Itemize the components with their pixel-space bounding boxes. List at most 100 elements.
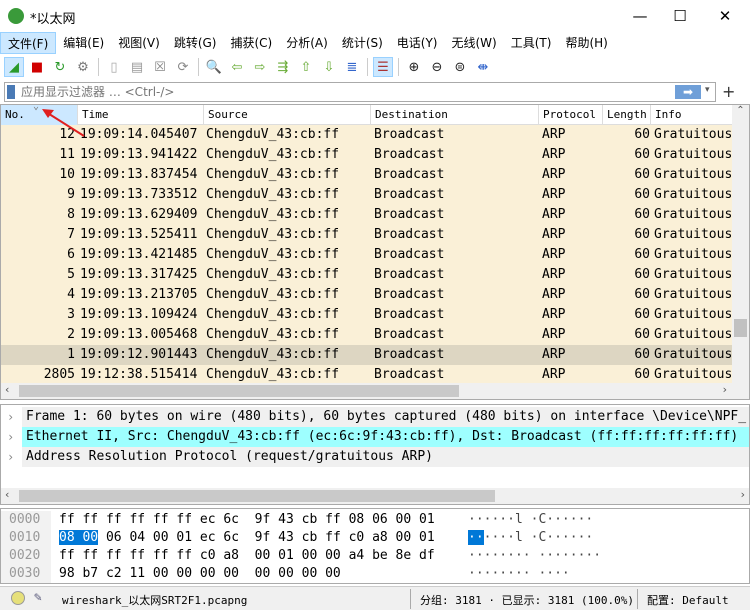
- reload-icon[interactable]: ⟳: [173, 57, 193, 77]
- packet-list-hscrollbar[interactable]: ‹ ›: [1, 383, 749, 399]
- profile-label[interactable]: 配置: Default: [647, 592, 729, 608]
- byte-offset: 0000: [1, 511, 51, 529]
- scroll-up-icon[interactable]: ⌃: [732, 105, 749, 116]
- expand-chevron-icon[interactable]: ›: [7, 447, 14, 467]
- packet-row[interactable]: 12 19:09:14.045407 ChengduV_43:cb:ff Broadc…: [1, 125, 733, 145]
- packet-row[interactable]: 6 19:09:13.421485 ChengduV_43:cb:ff Broadca…: [1, 245, 733, 265]
- menu-item[interactable]: 帮助(H): [558, 32, 614, 54]
- title-bar: *以太网 — ☐ ✕: [0, 0, 750, 32]
- column-header-source[interactable]: Source: [204, 105, 371, 125]
- expert-info-icon[interactable]: [11, 591, 25, 605]
- capture-comment-icon[interactable]: ✎: [34, 590, 42, 605]
- byte-hex[interactable]: 98 b7 c2 11 00 00 00 00 00 00 00 00: [59, 565, 341, 583]
- packet-row[interactable]: 9 19:09:13.733512 ChengduV_43:cb:ff Broadca…: [1, 185, 733, 205]
- packet-row[interactable]: 2 19:09:13.005468 ChengduV_43:cb:ff Broadca…: [1, 325, 733, 345]
- scroll-thumb[interactable]: [734, 319, 747, 337]
- byte-ascii[interactable]: ······l ·C······: [468, 511, 593, 529]
- forward-arrow-icon[interactable]: ⇨: [250, 57, 270, 77]
- colorize-icon[interactable]: ☰: [373, 57, 393, 77]
- zoom-in-icon[interactable]: ⊕: [404, 57, 424, 77]
- zoom-reset-icon[interactable]: ⊜: [450, 57, 470, 77]
- save-file-icon[interactable]: ▤: [127, 57, 147, 77]
- column-header-no[interactable]: No.: [1, 105, 78, 125]
- packet-row[interactable]: 7 19:09:13.525411 ChengduV_43:cb:ff Broadca…: [1, 225, 733, 245]
- detail-tree-item[interactable]: › Ethernet II, Src: ChengduV_43:cb:ff (ec…: [1, 427, 749, 447]
- details-hscrollbar[interactable]: ‹ ›: [1, 488, 749, 504]
- packet-row[interactable]: 11 19:09:13.941422 ChengduV_43:cb:ff Broadc…: [1, 145, 733, 165]
- bookmark-icon[interactable]: [7, 85, 15, 99]
- expand-chevron-icon[interactable]: ›: [7, 407, 14, 427]
- menu-item[interactable]: 视图(V): [111, 32, 167, 54]
- menu-item[interactable]: 工具(T): [504, 32, 559, 54]
- byte-ascii[interactable]: ········ ········: [468, 547, 601, 565]
- scroll-right-icon[interactable]: ›: [723, 383, 727, 396]
- maximize-button[interactable]: ☐: [660, 4, 700, 28]
- autoscroll-icon[interactable]: ≣: [342, 57, 362, 77]
- byte-ascii[interactable]: ······l ·C······: [468, 529, 593, 547]
- menu-item[interactable]: 捕获(C): [223, 32, 279, 54]
- cell-source: ChengduV_43:cb:ff: [206, 247, 340, 262]
- open-file-icon[interactable]: ▯: [104, 57, 124, 77]
- packet-row[interactable]: 5 19:09:13.317425 ChengduV_43:cb:ff Broadca…: [1, 265, 733, 285]
- close-file-icon[interactable]: ☒: [150, 57, 170, 77]
- filter-history-dropdown[interactable]: ▾: [705, 85, 710, 95]
- find-icon[interactable]: 🔍: [204, 57, 224, 77]
- detail-tree-item[interactable]: › Frame 1: 60 bytes on wire (480 bits), 6…: [1, 407, 749, 427]
- divider: [410, 589, 411, 609]
- byte-hex[interactable]: ff ff ff ff ff ff c0 a8 00 01 00 00 a4 b…: [59, 547, 435, 565]
- detail-tree-item[interactable]: › Address Resolution Protocol (request/gr…: [1, 447, 749, 467]
- selected-ascii[interactable]: ··: [468, 530, 484, 545]
- scroll-left-icon[interactable]: ‹: [5, 383, 9, 396]
- menu-item[interactable]: 无线(W): [445, 32, 504, 54]
- column-header-length[interactable]: Length: [603, 105, 651, 125]
- packet-list-vscrollbar[interactable]: ⌃: [732, 105, 749, 383]
- packet-row[interactable]: 8 19:09:13.629409 ChengduV_43:cb:ff Broadca…: [1, 205, 733, 225]
- menu-item[interactable]: 编辑(E): [56, 32, 111, 54]
- hscroll-thumb[interactable]: [19, 385, 459, 397]
- packet-row[interactable]: 2805 19:12:38.515414 ChengduV_43:cb:ff Broa…: [1, 365, 733, 385]
- scroll-right-icon[interactable]: ›: [741, 488, 745, 501]
- close-button[interactable]: ✕: [705, 4, 745, 28]
- cell-no: 2: [67, 327, 75, 342]
- stop-icon[interactable]: ■: [27, 57, 47, 77]
- column-header-destination[interactable]: Destination: [371, 105, 539, 125]
- menu-item[interactable]: 统计(S): [335, 32, 390, 54]
- cell-protocol: ARP: [542, 307, 566, 322]
- hscroll-thumb[interactable]: [19, 490, 495, 502]
- menu-item[interactable]: 跳转(G): [167, 32, 224, 54]
- menu-item[interactable]: 文件(F): [0, 32, 57, 54]
- toolbar-separator: [398, 58, 399, 76]
- selected-bytes[interactable]: 08 00: [59, 530, 99, 545]
- packet-row[interactable]: 10 19:09:13.837454 ChengduV_43:cb:ff Broadc…: [1, 165, 733, 185]
- display-filter-input[interactable]: [21, 84, 661, 100]
- resize-columns-icon[interactable]: ⇼: [473, 57, 493, 77]
- column-header-time[interactable]: Time: [78, 105, 204, 125]
- menu-item[interactable]: 分析(A): [279, 32, 335, 54]
- byte-hex[interactable]: ff ff ff ff ff ff ec 6c 9f 43 cb ff 08 0…: [59, 511, 435, 529]
- goto-packet-icon[interactable]: ⇶: [273, 57, 293, 77]
- column-header-info[interactable]: Info: [651, 105, 733, 125]
- last-packet-icon[interactable]: ⇩: [319, 57, 339, 77]
- cell-length: 60: [634, 327, 650, 342]
- cell-no: 12: [59, 127, 75, 142]
- scroll-left-icon[interactable]: ‹: [5, 488, 9, 501]
- apply-filter-button[interactable]: ➡: [675, 85, 701, 99]
- zoom-out-icon[interactable]: ⊖: [427, 57, 447, 77]
- expand-chevron-icon[interactable]: ›: [7, 427, 14, 447]
- shark-fin-start-icon[interactable]: ◢: [4, 57, 24, 77]
- packet-row[interactable]: 4 19:09:13.213705 ChengduV_43:cb:ff Broadca…: [1, 285, 733, 305]
- column-header-protocol[interactable]: Protocol: [539, 105, 603, 125]
- packet-row[interactable]: 3 19:09:13.109424 ChengduV_43:cb:ff Broadca…: [1, 305, 733, 325]
- minimize-button[interactable]: —: [620, 4, 660, 28]
- options-gear-icon[interactable]: ⚙: [73, 57, 93, 77]
- byte-ascii[interactable]: ········ ····: [468, 565, 570, 583]
- cell-destination: Broadcast: [374, 167, 445, 182]
- menu-item[interactable]: 电话(Y): [390, 32, 445, 54]
- first-packet-icon[interactable]: ⇧: [296, 57, 316, 77]
- byte-hex[interactable]: 08 00 06 04 00 01 ec 6c 9f 43 cb ff c0 a…: [59, 529, 435, 547]
- add-filter-button[interactable]: +: [722, 82, 735, 101]
- restart-icon[interactable]: ↻: [50, 57, 70, 77]
- back-arrow-icon[interactable]: ⇦: [227, 57, 247, 77]
- packet-list-header: No. Time Source Destination Protocol Length In…: [1, 105, 733, 125]
- packet-row[interactable]: 1 19:09:12.901443 ChengduV_43:cb:ff Broadca…: [1, 345, 733, 365]
